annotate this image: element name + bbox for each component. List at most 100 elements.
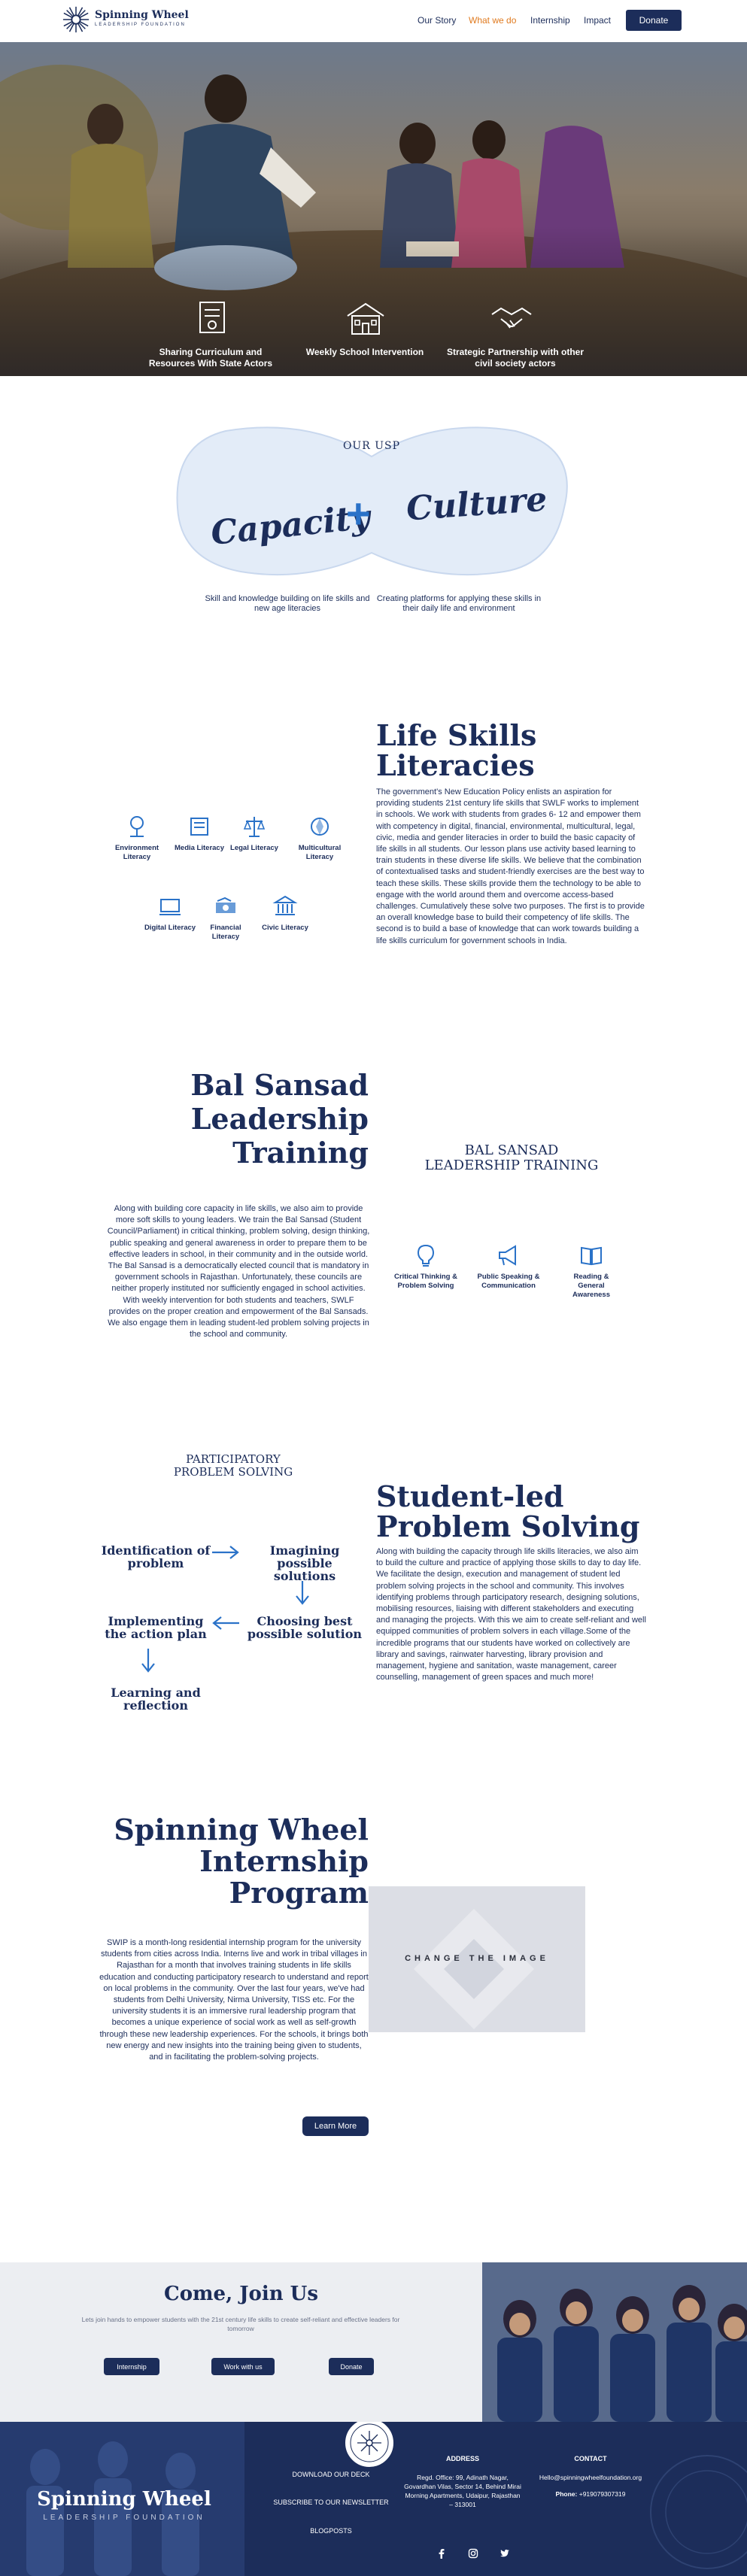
instagram-icon[interactable] <box>468 2548 478 2559</box>
school-icon <box>347 302 384 335</box>
spinning-wheel-logo-icon[interactable] <box>62 5 90 34</box>
title-line: Life Skills <box>376 718 537 752</box>
facebook-icon[interactable] <box>436 2548 447 2559</box>
hero-image: Sharing Curriculum and Resources With St… <box>0 42 747 376</box>
footer-seal-icon <box>344 2422 395 2468</box>
skill-label: Legal Literacy <box>230 844 278 852</box>
skill-label: Reading & General Awareness <box>572 1273 610 1299</box>
footer-phone[interactable]: Phone: +919079307319 <box>538 2490 643 2499</box>
join-internship-button[interactable]: Internship <box>104 2358 159 2375</box>
footer-contact-title: CONTACT <box>574 2455 607 2462</box>
skill-legal-literacy: Legal Literacy <box>224 814 284 853</box>
arrow-left-icon <box>212 1616 239 1630</box>
hero-feature-label: Strategic Partnership with other civil s… <box>446 347 585 369</box>
flow-step-learning: Learning and reflection <box>111 1685 201 1713</box>
subtitle-line: BAL SANSAD <box>464 1142 559 1158</box>
donate-button[interactable]: Donate <box>626 10 682 31</box>
book-icon <box>581 1246 602 1266</box>
join-donate-button[interactable]: Donate <box>329 2358 374 2375</box>
hero-feature-label: Sharing Curriculum and Resources With St… <box>148 347 273 369</box>
footer-link-blogposts[interactable]: BLOGPOSTS <box>263 2527 399 2535</box>
title-line: Training <box>232 1136 369 1170</box>
footer-brand-name: Spinning Wheel <box>37 2488 211 2511</box>
skill-label: Civic Literacy <box>262 924 308 932</box>
brand-name[interactable]: Spinning Wheel <box>95 9 189 21</box>
nav-what-we-do[interactable]: What we do <box>469 15 516 26</box>
skill-reading: Reading & General Awareness <box>560 1242 623 1300</box>
footer-brand-tagline: LEADERSHIP FOUNDATION <box>43 2514 205 2522</box>
join-work-with-us-button[interactable]: Work with us <box>211 2358 275 2375</box>
digital-icon <box>159 899 181 915</box>
bal-sansad-subtitle: BAL SANSAD LEADERSHIP TRAINING <box>399 1143 624 1173</box>
title-line: Student-led <box>376 1479 564 1513</box>
subtitle-line: PROBLEM SOLVING <box>173 1465 293 1479</box>
problem-solving-subtitle: PARTICIPATORY PROBLEM SOLVING <box>143 1453 323 1479</box>
join-text: Lets join hands to empower students with… <box>81 2316 400 2332</box>
multicultural-icon <box>311 818 329 836</box>
arrow-right-icon <box>212 1546 239 1559</box>
phone-label: Phone: <box>555 2490 578 2498</box>
skill-label: Multicultural Literacy <box>298 844 342 861</box>
life-skills-title: Life Skills Literacies <box>376 721 536 781</box>
title-line: Spinning Wheel <box>114 1813 369 1846</box>
skill-label: Media Literacy <box>175 844 224 852</box>
legal-icon <box>243 817 266 837</box>
environment-icon <box>130 816 144 837</box>
skill-label: Critical Thinking & Problem Solving <box>394 1273 457 1290</box>
footer-link-newsletter[interactable]: SUBSCRIBE TO OUR NEWSLETTER <box>256 2499 406 2506</box>
arrow-down-icon <box>141 1649 155 1673</box>
skill-multicultural-literacy: Multicultural Literacy <box>290 814 350 862</box>
photo-graphic <box>482 2262 747 2422</box>
skill-media-literacy: Media Literacy <box>169 814 229 853</box>
join-title: Come, Join Us <box>164 2283 318 2305</box>
footer-address: Regd. Office: 99, Adinath Nagar, Govardh… <box>404 2474 521 2508</box>
bal-sansad-body: Along with building core capacity in lif… <box>107 1204 370 1340</box>
skill-environment-literacy: Environment Literacy <box>107 814 167 862</box>
footer-email[interactable]: Hello@spinningwheelfoundation.org <box>527 2473 654 2482</box>
nav-our-story[interactable]: Our Story <box>418 15 456 26</box>
handshake-icon <box>491 307 532 329</box>
footer-link-download-deck[interactable]: DOWNLOAD OUR DECK <box>263 2471 399 2478</box>
phone-number[interactable]: +919079307319 <box>579 2490 626 2498</box>
footer-address-title: ADDRESS <box>445 2455 479 2462</box>
certificate-icon <box>199 302 225 333</box>
financial-icon <box>216 897 235 913</box>
learn-more-button[interactable]: Learn More <box>302 2116 369 2136</box>
usp-title: OUR USP <box>342 440 401 452</box>
skill-financial-literacy: Financial Literacy <box>196 894 256 942</box>
flow-arrows <box>141 1546 309 1673</box>
skill-label: Financial Literacy <box>210 924 241 941</box>
top-nav: Spinning Wheel LEADERSHIP FOUNDATION Our… <box>0 0 747 42</box>
title-line: Program <box>229 1876 369 1910</box>
subtitle-line: PARTICIPATORY <box>186 1452 281 1466</box>
title-line: Literacies <box>376 748 535 782</box>
bal-sansad-title: Bal Sansad Leadership Training <box>143 1068 369 1170</box>
twitter-icon[interactable] <box>500 2548 510 2559</box>
civic-icon <box>272 895 298 915</box>
megaphone-icon <box>499 1245 516 1266</box>
arrow-down-icon <box>296 1581 309 1605</box>
internship-title: Spinning Wheel Internship Program <box>113 1814 369 1909</box>
skill-critical-thinking: Critical Thinking & Problem Solving <box>394 1242 457 1291</box>
title-line: Problem Solving <box>376 1509 640 1543</box>
skill-label: Public Speaking & Communication <box>477 1273 540 1290</box>
skill-public-speaking: Public Speaking & Communication <box>477 1242 540 1291</box>
plus-icon: + <box>346 490 371 537</box>
nav-internship[interactable]: Internship <box>530 15 570 26</box>
usp-culture-caption: Creating platforms for applying these sk… <box>376 594 542 613</box>
subtitle-line: LEADERSHIP TRAINING <box>424 1158 599 1173</box>
title-line: Internship <box>199 1844 369 1878</box>
skill-label: Environment Literacy <box>114 844 159 861</box>
skill-label: Digital Literacy <box>144 924 196 932</box>
children-photo <box>482 2262 747 2422</box>
skill-digital-literacy: Digital Literacy <box>140 894 200 933</box>
nav-impact[interactable]: Impact <box>584 15 611 26</box>
hero-feature-label: Weekly School Intervention <box>305 347 424 357</box>
internship-body: SWIP is a month-long residential interns… <box>99 1938 369 2062</box>
skill-civic-literacy: Civic Literacy <box>255 894 315 933</box>
title-line: Bal Sansad <box>190 1068 369 1102</box>
brand-tagline: LEADERSHIP FOUNDATION <box>95 23 186 27</box>
student-led-title: Student-led Problem Solving <box>376 1482 640 1542</box>
life-skills-body: The government's New Education Policy en… <box>376 787 645 945</box>
title-line: Leadership <box>190 1102 369 1136</box>
